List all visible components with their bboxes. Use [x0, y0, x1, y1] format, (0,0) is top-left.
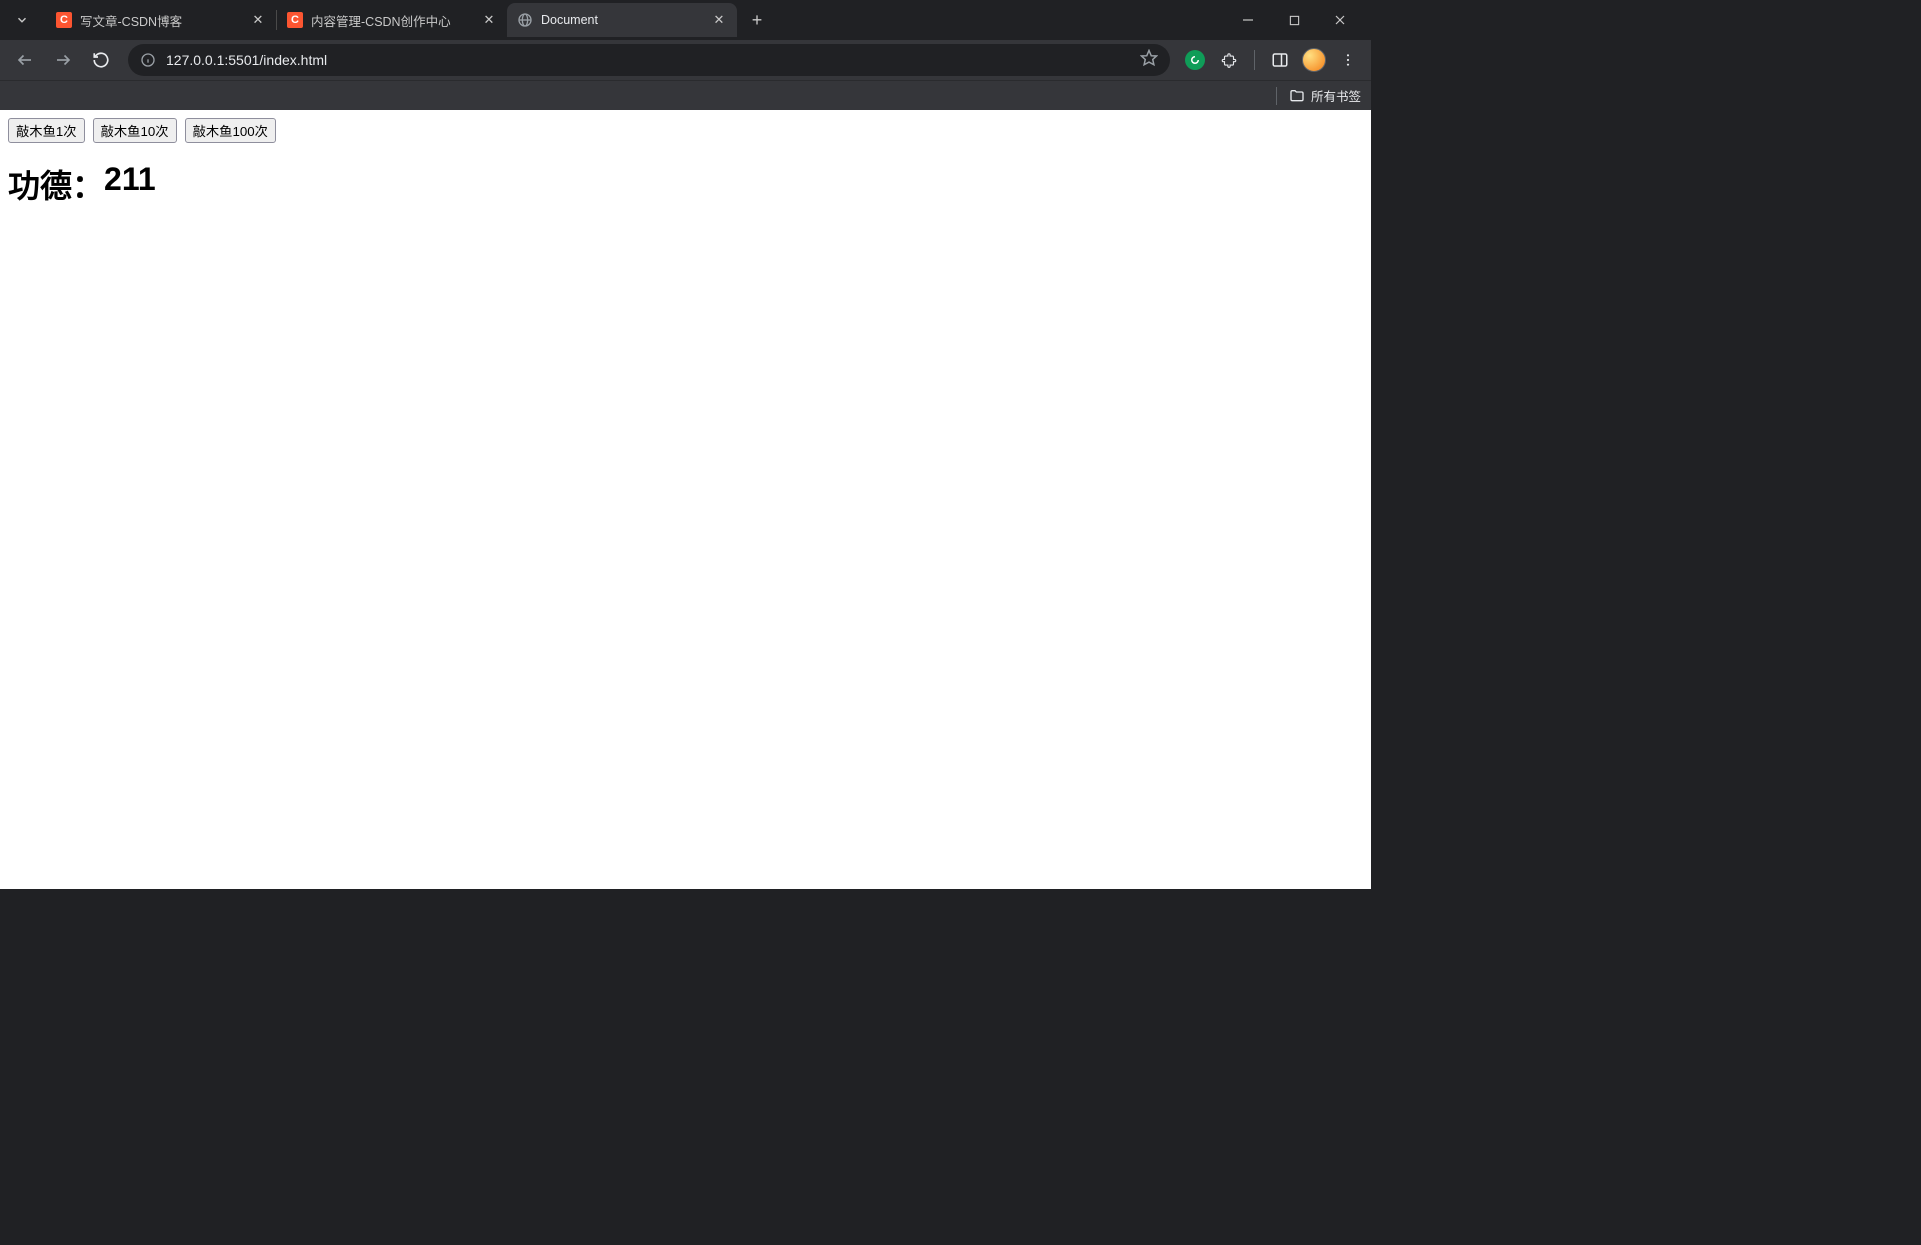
side-panel-button[interactable]	[1265, 45, 1295, 75]
merit-value: 211	[104, 161, 156, 207]
csdn-favicon-icon: C	[287, 12, 303, 28]
bookmarks-bar: 所有书签	[0, 80, 1371, 110]
tab-title: 内容管理-CSDN创作中心	[311, 11, 473, 30]
knock-10-button[interactable]: 敲木鱼10次	[93, 118, 177, 143]
globe-favicon-icon	[517, 12, 533, 28]
tab-strip: C 写文章-CSDN博客 ✕ C 内容管理-CSDN创作中心 ✕ Documen…	[0, 0, 1371, 40]
close-tab-button[interactable]: ✕	[250, 12, 266, 28]
close-window-button[interactable]	[1317, 0, 1363, 40]
close-tab-button[interactable]: ✕	[481, 12, 497, 28]
search-tabs-button[interactable]	[8, 6, 36, 34]
folder-icon	[1289, 88, 1305, 104]
button-row: 敲木鱼1次 敲木鱼10次 敲木鱼100次	[8, 118, 1363, 143]
tab-title: 写文章-CSDN博客	[80, 11, 242, 30]
extension-green-icon[interactable]	[1180, 45, 1210, 75]
forward-button[interactable]	[46, 43, 80, 77]
merit-heading: 功德： 211	[8, 161, 1363, 207]
new-tab-button[interactable]: +	[743, 6, 771, 34]
toolbar-divider	[1254, 50, 1255, 70]
all-bookmarks-label: 所有书签	[1311, 86, 1361, 105]
profile-avatar[interactable]	[1299, 45, 1329, 75]
knock-100-button[interactable]: 敲木鱼100次	[185, 118, 276, 143]
tab-title: Document	[541, 13, 703, 27]
tab-csdn-manage[interactable]: C 内容管理-CSDN创作中心 ✕	[277, 3, 507, 37]
minimize-button[interactable]	[1225, 0, 1271, 40]
back-button[interactable]	[8, 43, 42, 77]
merit-label: 功德：	[8, 161, 104, 207]
maximize-button[interactable]	[1271, 0, 1317, 40]
knock-1-button[interactable]: 敲木鱼1次	[8, 118, 85, 143]
url-text: 127.0.0.1:5501/index.html	[166, 52, 1130, 68]
tab-document[interactable]: Document ✕	[507, 3, 737, 37]
reload-button[interactable]	[84, 43, 118, 77]
bookmark-star-icon[interactable]	[1140, 49, 1158, 72]
address-bar[interactable]: 127.0.0.1:5501/index.html	[128, 44, 1170, 76]
chrome-menu-button[interactable]	[1333, 45, 1363, 75]
tab-csdn-write[interactable]: C 写文章-CSDN博客 ✕	[46, 3, 276, 37]
window-controls	[1225, 0, 1363, 40]
bookmarks-divider	[1276, 87, 1277, 105]
extensions-button[interactable]	[1214, 45, 1244, 75]
page-viewport: 敲木鱼1次 敲木鱼10次 敲木鱼100次 功德： 211	[0, 110, 1371, 889]
all-bookmarks-button[interactable]: 所有书签	[1289, 86, 1361, 105]
site-info-icon[interactable]	[140, 52, 156, 68]
toolbar: 127.0.0.1:5501/index.html	[0, 40, 1371, 80]
close-tab-button[interactable]: ✕	[711, 12, 727, 28]
csdn-favicon-icon: C	[56, 12, 72, 28]
